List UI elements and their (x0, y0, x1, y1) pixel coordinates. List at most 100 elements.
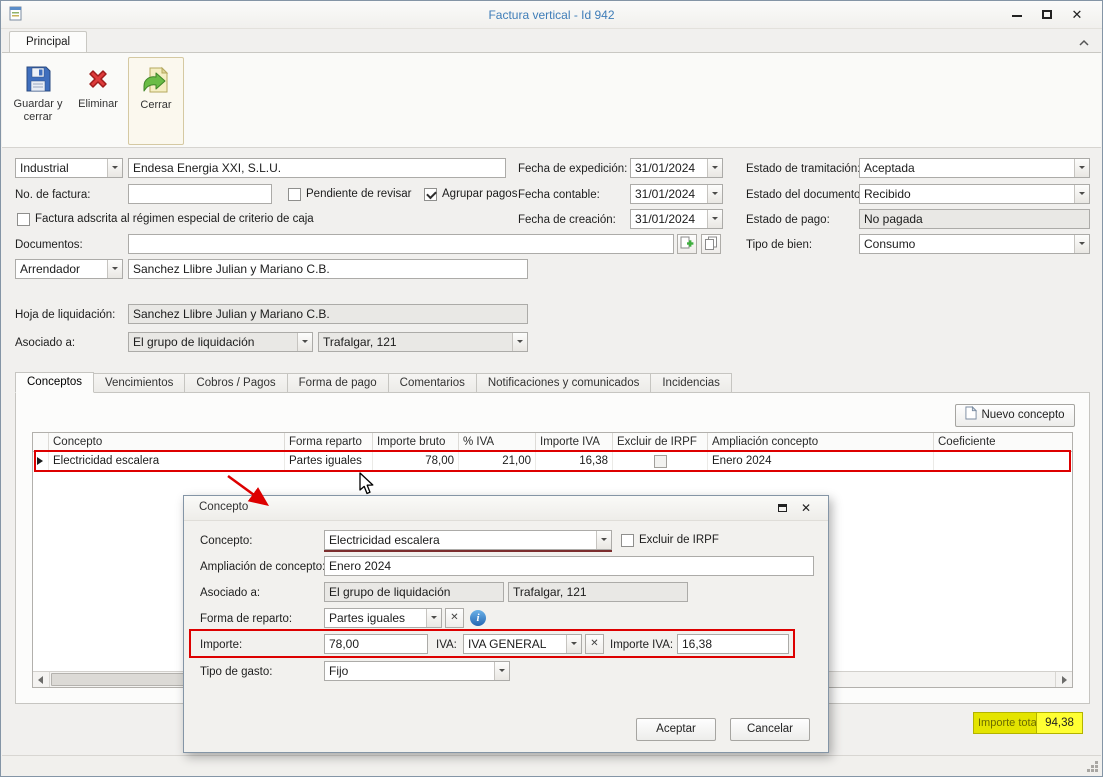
column-header-forma-reparto[interactable]: Forma reparto (285, 433, 373, 451)
eliminar-button[interactable]: Eliminar (70, 57, 126, 145)
pendiente-de-revisar-checkbox[interactable]: Pendiente de revisar (288, 186, 411, 202)
estado-documento-combo[interactable]: Recibido (859, 184, 1090, 204)
column-header-pct-iva[interactable]: % IVA (459, 433, 536, 451)
dropdown-arrow-icon[interactable] (512, 333, 527, 351)
aceptar-button[interactable]: Aceptar (636, 718, 716, 741)
dropdown-arrow-icon[interactable] (494, 662, 509, 680)
tab-vencimientos[interactable]: Vencimientos (94, 373, 185, 393)
info-icon[interactable]: i (470, 610, 486, 626)
dropdown-arrow-icon[interactable] (1074, 235, 1089, 253)
importe-iva-input[interactable]: 16,38 (677, 634, 789, 654)
fecha-expedicion-value: 31/01/2024 (635, 161, 695, 175)
tipo-bien-combo[interactable]: Consumo (859, 234, 1090, 254)
scroll-left-button[interactable] (33, 672, 50, 687)
dropdown-arrow-icon[interactable] (707, 159, 722, 177)
asociado-inmueble-combo[interactable]: Trafalgar, 121 (318, 332, 528, 352)
emisor-input[interactable]: Endesa Energia XXI, S.L.U. (128, 158, 506, 178)
column-header-excluir-irpf[interactable]: Excluir de IRPF (613, 433, 708, 451)
fecha-creacion-input[interactable]: 31/01/2024 (630, 209, 723, 229)
asociado-grupo-combo[interactable]: El grupo de liquidación (128, 332, 313, 352)
dialog-excluir-irpf-checkbox[interactable]: Excluir de IRPF (621, 532, 719, 548)
estado-tramitacion-combo[interactable]: Aceptada (859, 158, 1090, 178)
hoja-liquidacion-label: Hoja de liquidación: (15, 307, 115, 323)
tab-forma-de-pago[interactable]: Forma de pago (288, 373, 389, 393)
scroll-right-button[interactable] (1055, 672, 1072, 687)
clear-forma-reparto-button[interactable]: ✕ (445, 608, 464, 628)
guardar-y-cerrar-button[interactable]: Guardar y cerrar (10, 57, 66, 145)
resize-grip[interactable] (1085, 759, 1098, 772)
dialog-close-button[interactable]: ✕ (796, 500, 816, 517)
factura-window: Factura vertical - Id 942 ✕ Principal Gu… (0, 0, 1103, 777)
dropdown-arrow-icon[interactable] (1074, 185, 1089, 203)
copy-document-button[interactable] (701, 234, 721, 254)
tab-conceptos[interactable]: Conceptos (15, 372, 94, 393)
column-header-concepto[interactable]: Concepto (49, 433, 285, 451)
criterio-caja-checkbox[interactable]: Factura adscrita al régimen especial de … (17, 211, 314, 227)
ampliacion-input[interactable]: Enero 2024 (324, 556, 814, 576)
fecha-contable-label: Fecha contable: (518, 187, 600, 203)
forma-reparto-combo[interactable]: Partes iguales (324, 608, 442, 628)
cerrar-label: Cerrar (129, 99, 183, 112)
maximize-button[interactable] (1034, 5, 1060, 25)
concepto-combo[interactable]: Electricidad escalera (324, 530, 612, 550)
cell-importe-bruto[interactable]: 78,00 (373, 452, 459, 471)
asociado-a-label: Asociado a: (15, 335, 75, 351)
estado-pago-label: Estado de pago: (746, 212, 830, 228)
collapse-ribbon-icon[interactable] (1078, 36, 1090, 44)
tab-cobros-pagos[interactable]: Cobros / Pagos (185, 373, 287, 393)
importe-input[interactable]: 78,00 (324, 634, 428, 654)
cell-concepto[interactable]: Electricidad escalera (49, 452, 285, 471)
importe-iva-value: 16,38 (682, 637, 712, 651)
cell-forma-reparto[interactable]: Partes iguales (285, 452, 373, 471)
dropdown-arrow-icon[interactable] (107, 260, 122, 278)
clear-iva-button[interactable]: ✕ (585, 634, 604, 654)
tab-comentarios[interactable]: Comentarios (389, 373, 477, 393)
arrendador-value: Sanchez Llibre Julian y Mariano C.B. (133, 262, 330, 276)
fecha-expedicion-input[interactable]: 31/01/2024 (630, 158, 723, 178)
tab-principal[interactable]: Principal (9, 31, 87, 52)
dropdown-arrow-icon[interactable] (566, 635, 581, 653)
documentos-input[interactable] (128, 234, 674, 254)
tab-incidencias[interactable]: Incidencias (651, 373, 732, 393)
importe-value: 78,00 (329, 637, 359, 651)
no-factura-label: No. de factura: (15, 187, 90, 203)
dropdown-arrow-icon[interactable] (707, 210, 722, 228)
nuevo-concepto-button[interactable]: Nuevo concepto (955, 404, 1075, 427)
dropdown-arrow-icon[interactable] (596, 531, 611, 549)
grid-row[interactable]: Electricidad escalera Partes iguales 78,… (33, 452, 1072, 471)
checkbox-box (654, 455, 667, 468)
column-header-ampliacion[interactable]: Ampliación concepto (708, 433, 934, 451)
cell-importe-iva[interactable]: 16,38 (536, 452, 613, 471)
dropdown-arrow-icon[interactable] (426, 609, 441, 627)
cell-coeficiente[interactable] (934, 452, 1072, 471)
minimize-button[interactable] (1004, 5, 1030, 25)
dropdown-arrow-icon[interactable] (297, 333, 312, 351)
focus-underline (324, 550, 612, 552)
cerrar-button[interactable]: Cerrar (128, 57, 184, 145)
column-header-coeficiente[interactable]: Coeficiente (934, 433, 1072, 451)
cancelar-button[interactable]: Cancelar (730, 718, 810, 741)
fecha-contable-input[interactable]: 31/01/2024 (630, 184, 723, 204)
cell-ampliacion[interactable]: Enero 2024 (708, 452, 934, 471)
column-header-importe-iva[interactable]: Importe IVA (536, 433, 613, 451)
row-indicator-header (33, 433, 49, 451)
no-factura-input[interactable] (128, 184, 272, 204)
app-icon (8, 6, 24, 22)
cell-pct-iva[interactable]: 21,00 (459, 452, 536, 471)
attach-document-button[interactable] (677, 234, 697, 254)
close-button[interactable]: ✕ (1064, 5, 1090, 25)
dropdown-arrow-icon[interactable] (1074, 159, 1089, 177)
iva-combo[interactable]: IVA GENERAL (463, 634, 582, 654)
arrendador-input[interactable]: Sanchez Llibre Julian y Mariano C.B. (128, 259, 528, 279)
arrendador-tipo-combo[interactable]: Arrendador (15, 259, 123, 279)
cell-excluir-irpf-checkbox[interactable] (613, 452, 708, 471)
tipo-emisor-combo[interactable]: Industrial (15, 158, 123, 178)
agrupar-pagos-checkbox[interactable]: Agrupar pagos (424, 186, 517, 202)
iva-value: IVA GENERAL (468, 637, 546, 651)
dropdown-arrow-icon[interactable] (707, 185, 722, 203)
dialog-maximize-button[interactable] (772, 500, 792, 517)
column-header-importe-bruto[interactable]: Importe bruto (373, 433, 459, 451)
tab-notificaciones[interactable]: Notificaciones y comunicados (477, 373, 652, 393)
tipo-gasto-combo[interactable]: Fijo (324, 661, 510, 681)
dropdown-arrow-icon[interactable] (107, 159, 122, 177)
